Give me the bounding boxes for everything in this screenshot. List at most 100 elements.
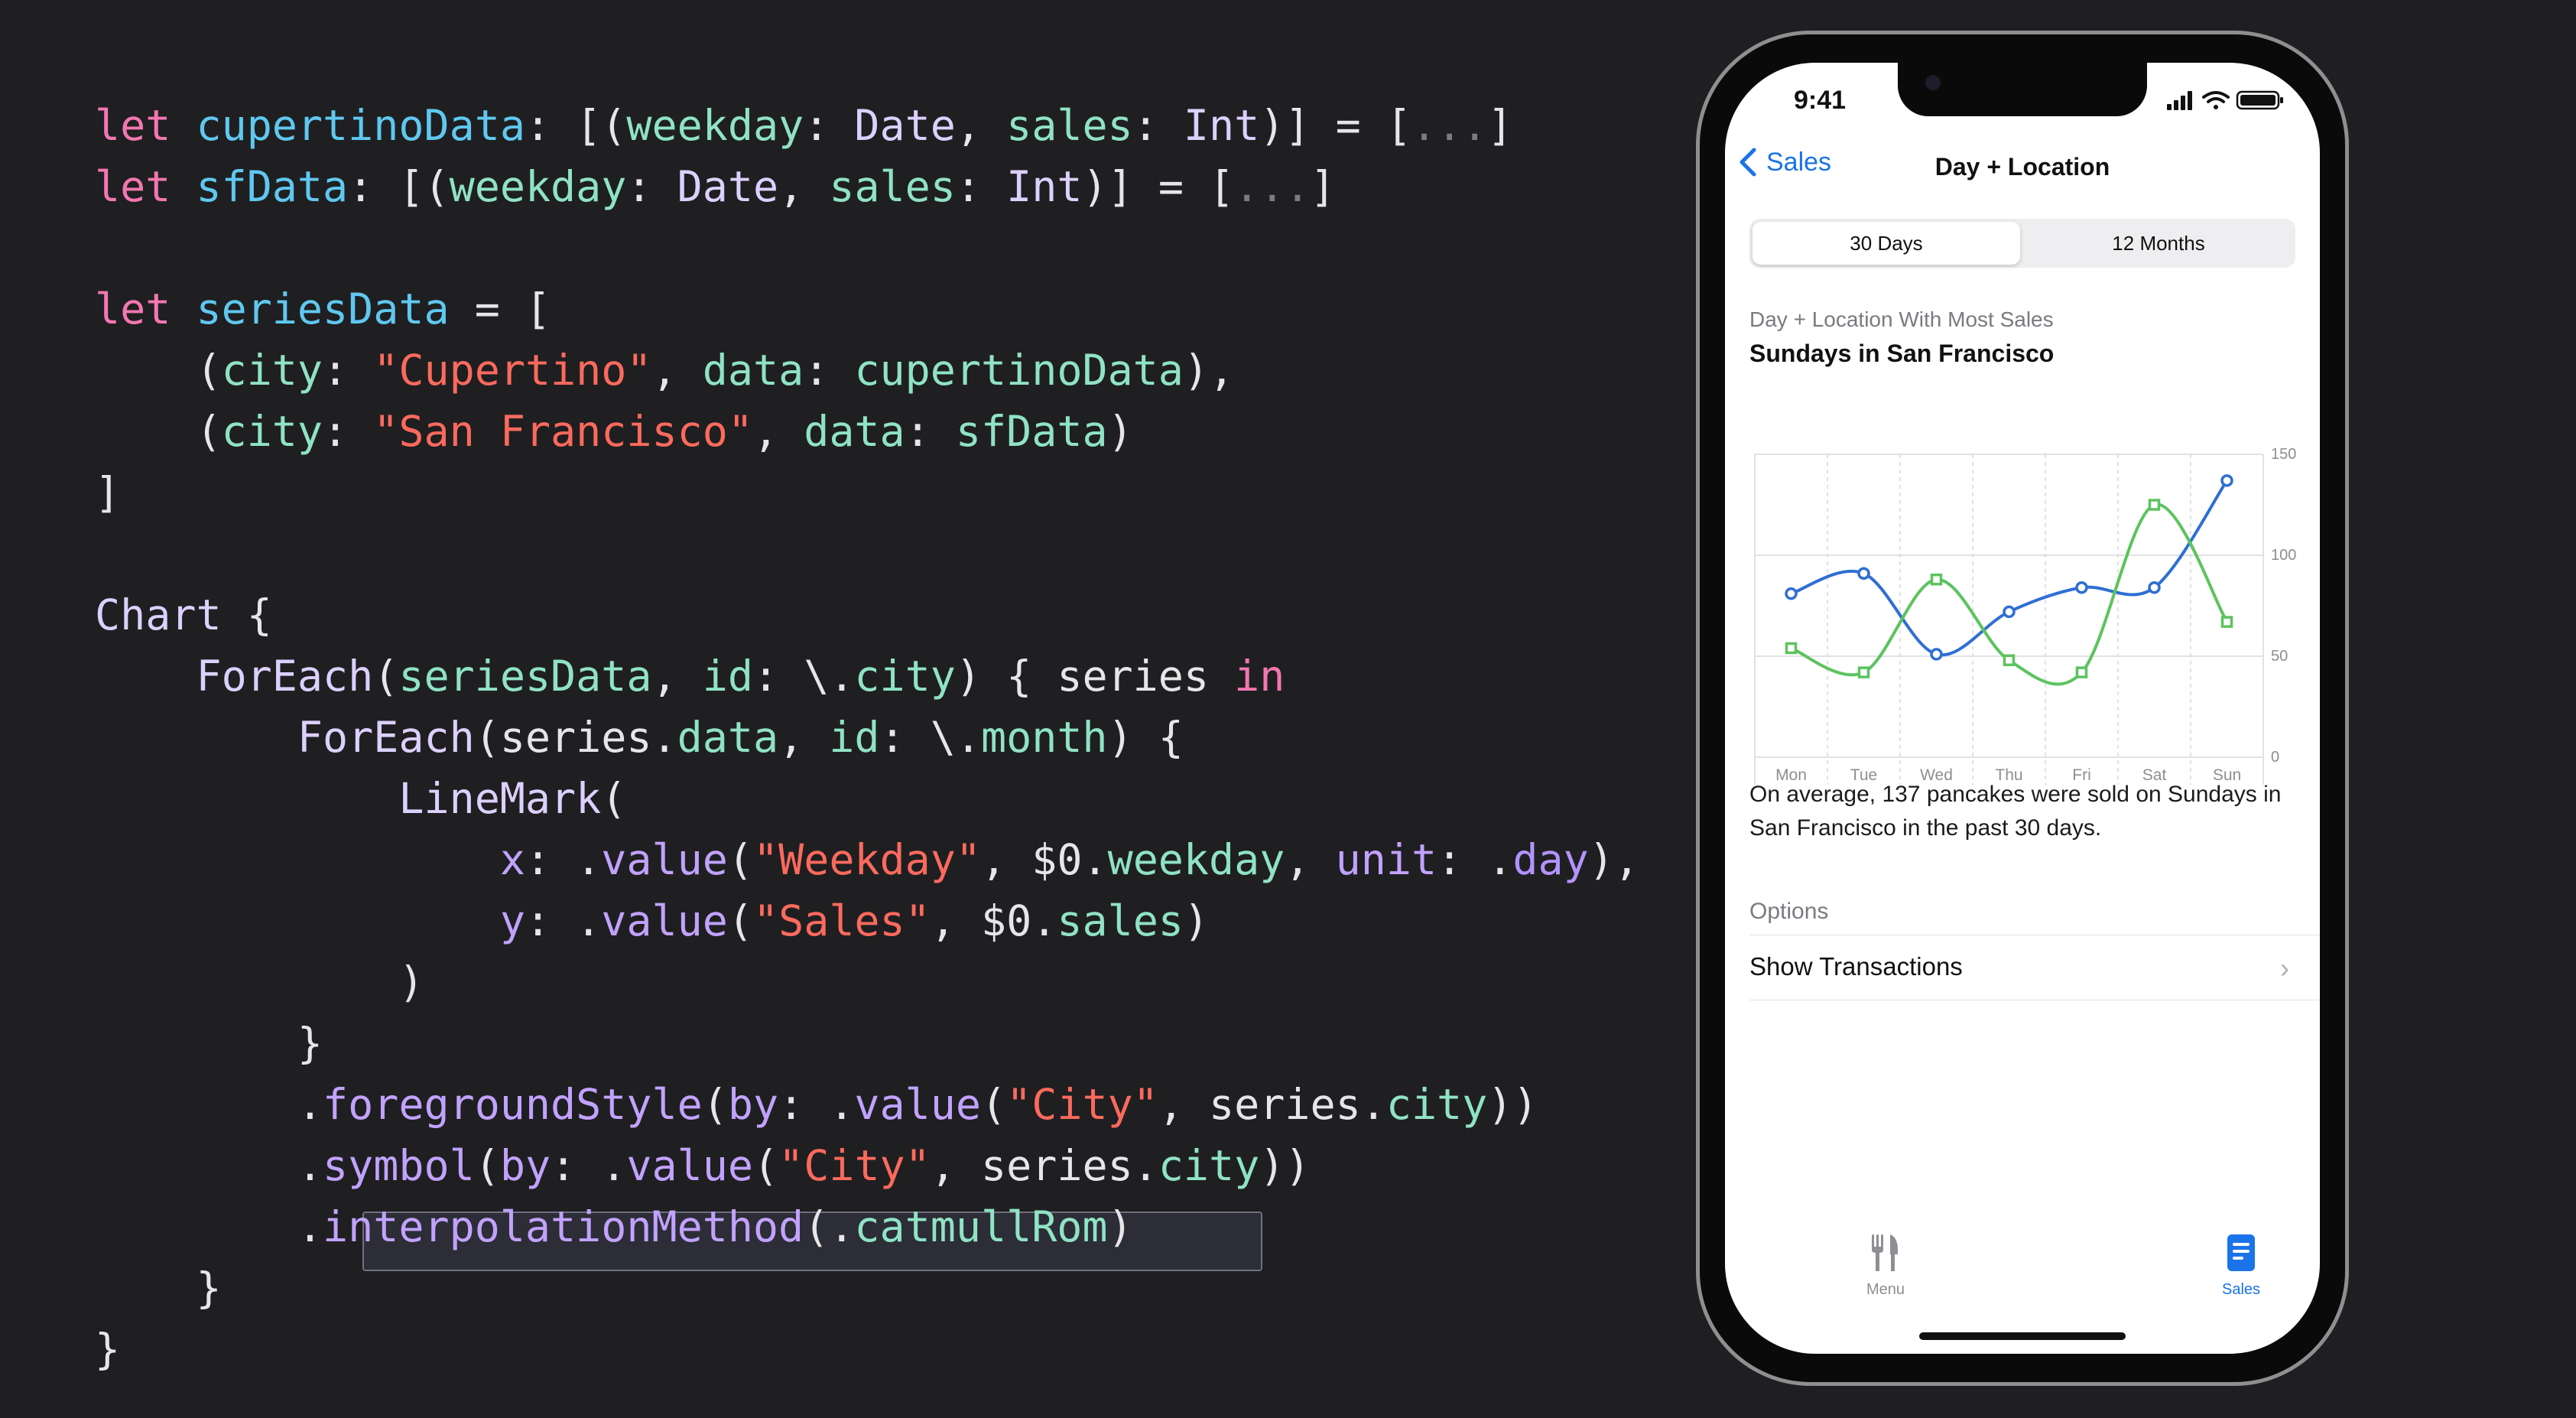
code-token: in [1234, 652, 1285, 701]
code-token: Chart [95, 590, 222, 639]
data-point-circle [1857, 567, 1870, 581]
data-point-circle [1785, 587, 1798, 600]
code-line: let sfData: [(weekday: Date, sales: Int)… [95, 156, 1336, 217]
code-token: ) [1107, 1202, 1133, 1251]
code-token: id [829, 713, 880, 762]
code-token: seriesData [398, 652, 652, 701]
code-token: seriesData [196, 285, 450, 333]
code-token: : \. [752, 652, 855, 701]
code-token: day [1512, 835, 1589, 884]
code-line: ForEach(seriesData, id: \.city) { series… [95, 646, 1285, 707]
code-token: unit [1335, 835, 1437, 884]
battery-icon [2236, 90, 2283, 110]
y-tick-label: 50 [2271, 648, 2288, 665]
code-token: ] [1487, 101, 1513, 150]
segment-12-months[interactable]: 12 Months [2025, 222, 2292, 265]
code-token: sfData [196, 162, 349, 211]
status-time: 9:41 [1794, 86, 1847, 115]
code-token: ForEach [196, 652, 374, 701]
code-line: ) [95, 951, 424, 1013]
code-token: (. [804, 1202, 855, 1251]
code-line: Chart { [95, 584, 272, 646]
code-token: LineMark [398, 774, 602, 823]
code-token: )] = [ [1259, 101, 1411, 150]
code-token: , series. [930, 1141, 1158, 1190]
code-token: weekday [626, 101, 804, 150]
code-token: , series. [1158, 1080, 1386, 1129]
show-transactions-label: Show Transactions [1749, 952, 1963, 981]
code-token: catmullRom [854, 1202, 1108, 1251]
code-token: : . [551, 1141, 627, 1190]
code-token: : [955, 162, 1007, 211]
y-tick-label: 100 [2271, 547, 2296, 564]
code-token: . [95, 1080, 323, 1129]
code-line: let seriesData = [ [95, 278, 551, 340]
chart-description: On average, 137 pancakes were sold on Su… [1749, 782, 2282, 841]
code-token: city [221, 407, 323, 456]
code-token: : [323, 346, 374, 395]
code-token: data [677, 713, 779, 762]
tab-menu-label: Menu [1866, 1281, 1905, 1298]
code-token: )] = [ [1082, 162, 1235, 211]
tab-menu[interactable]: Menu [1840, 1233, 1931, 1299]
phone-screen: 9:41 Sales Day + Location 30 Days 12 Mon… [1725, 63, 2320, 1354]
code-token: , [778, 713, 830, 762]
segment-30-days[interactable]: 30 Days [1753, 222, 2020, 265]
code-token: cupertinoData [196, 101, 525, 150]
code-token: "City" [1006, 1080, 1158, 1129]
code-token: : [626, 162, 677, 211]
data-point-square [2075, 666, 2088, 678]
code-line-highlighted: .interpolationMethod(.catmullRom) [95, 1196, 1133, 1257]
code-token: ( [373, 652, 399, 701]
code-token: , $0. [930, 896, 1057, 945]
code-token: ] [95, 468, 121, 517]
code-line: y: .value("Sales", $0.sales) [95, 890, 1209, 951]
code-token: city [1158, 1141, 1260, 1190]
code-line: } [95, 1319, 120, 1380]
code-token: ( [981, 1080, 1007, 1129]
code-line: LineMark( [95, 768, 626, 829]
fork-knife-icon [1872, 1234, 1898, 1271]
code-token: weekday [1107, 835, 1285, 884]
tab-sales[interactable]: Sales [2195, 1233, 2287, 1299]
code-token: : \. [879, 713, 981, 762]
code-token: ) [95, 958, 424, 1007]
options-section-label: Options [1749, 899, 1829, 924]
code-token: ( [702, 1080, 728, 1129]
code-token: "Weekday" [752, 835, 981, 884]
code-token: ( [95, 407, 222, 456]
code-token: ( [727, 896, 753, 945]
code-token: x [499, 835, 525, 884]
code-token: } [95, 1325, 121, 1374]
code-token: : . [525, 896, 602, 945]
code-token: value [626, 1141, 753, 1190]
code-token: ), [1588, 835, 1639, 884]
code-token: : [323, 407, 374, 456]
code-token: : . [1437, 835, 1513, 884]
code-token: : [( [525, 101, 627, 150]
code-token: Int [1183, 101, 1260, 150]
code-token: "San Francisco" [373, 407, 753, 456]
code-token: ) [1107, 407, 1133, 456]
code-token: , [778, 162, 830, 211]
code-line: ] [95, 462, 120, 523]
code-editor: let cupertinoData: [(weekday: Date, sale… [95, 0, 1662, 1418]
code-token: symbol [323, 1141, 475, 1190]
show-transactions-row[interactable]: Show Transactions › [1749, 935, 2320, 1000]
code-token: )) [1487, 1080, 1538, 1129]
code-token: = [ [449, 285, 551, 333]
code-token: : [1132, 101, 1184, 150]
home-indicator [1919, 1332, 2126, 1340]
camera-dot [1925, 75, 1941, 90]
document-icon [2227, 1234, 2255, 1271]
data-point-square [1930, 573, 1943, 586]
segmented-control: 30 Days 12 Months [1749, 219, 2295, 268]
code-token: : [804, 346, 855, 395]
code-token: "Cupertino" [373, 346, 652, 395]
wifi-icon [2202, 91, 2230, 109]
code-token: { [221, 590, 272, 639]
